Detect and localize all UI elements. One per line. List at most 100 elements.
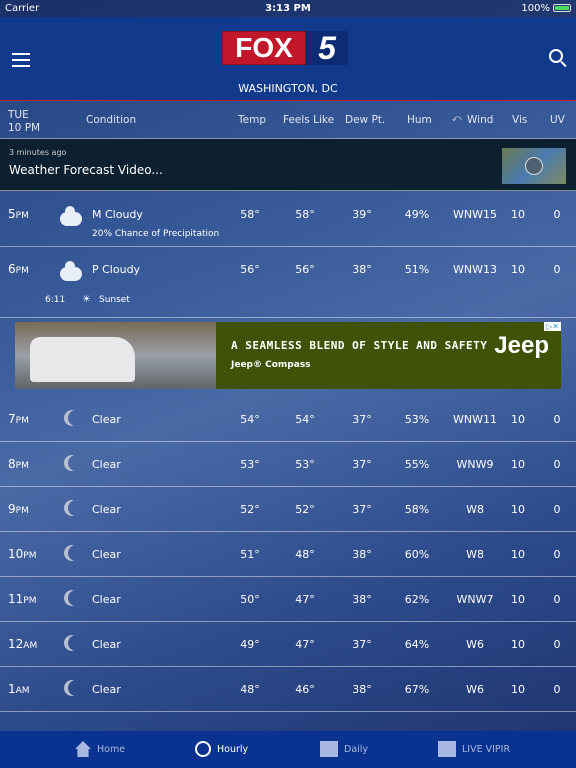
ad-brand-logo: Jeep (494, 332, 549, 359)
row-vis: 10 (511, 683, 525, 696)
ad-subtitle: Jeep® Compass (231, 360, 311, 370)
row-dew: 38° (352, 548, 372, 561)
row-time: 1AM (8, 682, 30, 696)
hourly-row[interactable]: 11PM Clear 50° 47° 38° 62% WNW7 10 0 (0, 577, 576, 622)
tab-hourly[interactable]: Hourly (195, 741, 248, 757)
clock: 3:13 PM (265, 3, 311, 14)
row-condition: Clear (92, 503, 121, 516)
row-ampm: PM (15, 416, 29, 426)
play-icon (525, 157, 543, 175)
tab-label: Hourly (217, 743, 249, 755)
row-temp: 51° (240, 548, 260, 561)
clock-icon (195, 741, 211, 757)
row-temp: 50° (240, 593, 260, 606)
row-time: 7PM (8, 412, 29, 426)
row-hum: 53% (404, 413, 430, 426)
row-uv: 0 (553, 638, 561, 651)
hourly-row[interactable]: 10PM Clear 51° 48° 38° 60% W8 10 0 (0, 532, 576, 577)
header-day: TUE (8, 109, 29, 121)
row-time: 12AM (8, 637, 37, 651)
jeep-ad-banner[interactable]: A SEAMLESS BLEND OF STYLE AND SAFETY Jee… (15, 322, 561, 389)
row-temp: 56° (240, 263, 260, 276)
header-temp: Temp (238, 114, 266, 126)
row-uv: 0 (553, 263, 561, 276)
header-dew: Dew Pt. (345, 114, 386, 126)
hourly-row[interactable]: 5PM M Cloudy 58° 58° 39° 49% WNW15 10 0 20% Chanc… (0, 192, 576, 247)
home-icon (75, 741, 91, 757)
row-wind: WNW11 (453, 413, 497, 426)
tab-bar: Home Hourly Daily LIVE VIPIR (0, 731, 576, 768)
row-hour: 1 (8, 682, 16, 696)
row-hour: 6 (8, 262, 16, 276)
hourly-row[interactable]: 1AM Clear 48° 46° 38° 67% W6 10 0 (0, 667, 576, 712)
row-wind: WNW15 (453, 208, 497, 221)
hourly-row[interactable]: 6PM P Cloudy 56° 56° 38° 51% WNW13 10 0 6:11 ☀ Suns… (0, 247, 576, 318)
row-hum: 62% (404, 593, 430, 606)
row-feels: 53° (295, 458, 315, 471)
row-dew: 38° (352, 593, 372, 606)
row-wind: W8 (466, 503, 484, 516)
row-hum: 64% (404, 638, 430, 651)
row-uv: 0 (553, 208, 561, 221)
row-hum: 67% (404, 683, 430, 696)
row-dew: 37° (352, 413, 372, 426)
row-condition: Clear (92, 458, 121, 471)
row-ampm: PM (15, 461, 29, 471)
wind-icon: ⤺ (452, 114, 462, 124)
sunset-icon: ☀ (82, 294, 91, 305)
hourly-row[interactable]: 8PM Clear 53° 53° 37° 55% WNW9 10 0 (0, 442, 576, 487)
row-ampm: AM (23, 641, 38, 651)
moon-icon (68, 455, 84, 471)
row-ampm: PM (15, 506, 29, 516)
row-ampm: PM (15, 211, 29, 221)
row-uv: 0 (553, 458, 561, 471)
header-condition: Condition (86, 114, 137, 126)
row-feels: 47° (295, 593, 315, 606)
row-uv: 0 (553, 548, 561, 561)
hourly-row-partial[interactable] (0, 712, 576, 731)
row-vis: 10 (511, 413, 525, 426)
row-condition: Clear (92, 413, 121, 426)
hourly-row[interactable]: 12AM Clear 49° 47° 37° 64% W6 10 0 (0, 622, 576, 667)
row-feels: 46° (295, 683, 315, 696)
row-ampm: AM (15, 686, 30, 696)
row-wind: WNW7 (456, 593, 494, 606)
row-hum: 49% (404, 208, 430, 221)
row-dew: 37° (352, 638, 372, 651)
tab-live-vipir[interactable]: LIVE VIPIR (438, 741, 510, 757)
tab-home[interactable]: Home (75, 741, 125, 757)
row-time: 10PM (8, 547, 36, 561)
row-wind: W8 (466, 548, 484, 561)
row-condition: M Cloudy (92, 208, 143, 221)
row-hum: 60% (404, 548, 430, 561)
row-hour: 12 (8, 637, 24, 651)
row-uv: 0 (553, 413, 561, 426)
hourly-row[interactable]: 9PM Clear 52° 52° 37° 58% W8 10 0 (0, 487, 576, 532)
moon-icon (68, 500, 84, 516)
row-vis: 10 (511, 263, 525, 276)
row-feels: 47° (295, 638, 315, 651)
tab-label: Daily (344, 743, 369, 755)
fox5-logo: FOX 5 (222, 30, 348, 66)
column-header: TUE 10 PM Condition Temp Feels Like Dew … (0, 101, 576, 139)
hourly-row[interactable]: 7PM Clear 54° 54° 37° 53% WNW11 10 0 (0, 397, 576, 442)
moon-icon (68, 635, 84, 651)
row-time: 5PM (8, 207, 29, 221)
row-ampm: PM (23, 551, 37, 561)
row-wind: W6 (466, 638, 484, 651)
header-wind: Wind (467, 114, 494, 126)
tab-daily[interactable]: Daily (320, 741, 368, 757)
video-thumbnail[interactable] (502, 148, 566, 184)
forecast-video[interactable]: 3 minutes ago Weather Forecast Video... (0, 139, 576, 191)
adchoices-close-icon[interactable]: ▷✕ (544, 322, 561, 331)
search-icon[interactable] (549, 49, 563, 63)
ad-headline: A SEAMLESS BLEND OF STYLE AND SAFETY (231, 339, 488, 352)
row-wind: W6 (466, 683, 484, 696)
moon-icon (68, 590, 84, 606)
logo-five: 5 (306, 30, 348, 66)
row-uv: 0 (553, 593, 561, 606)
sunset-label: Sunset (99, 295, 130, 305)
row-hour: 11 (8, 592, 24, 606)
menu-icon[interactable] (12, 53, 30, 71)
row-hour: 8 (8, 457, 16, 471)
